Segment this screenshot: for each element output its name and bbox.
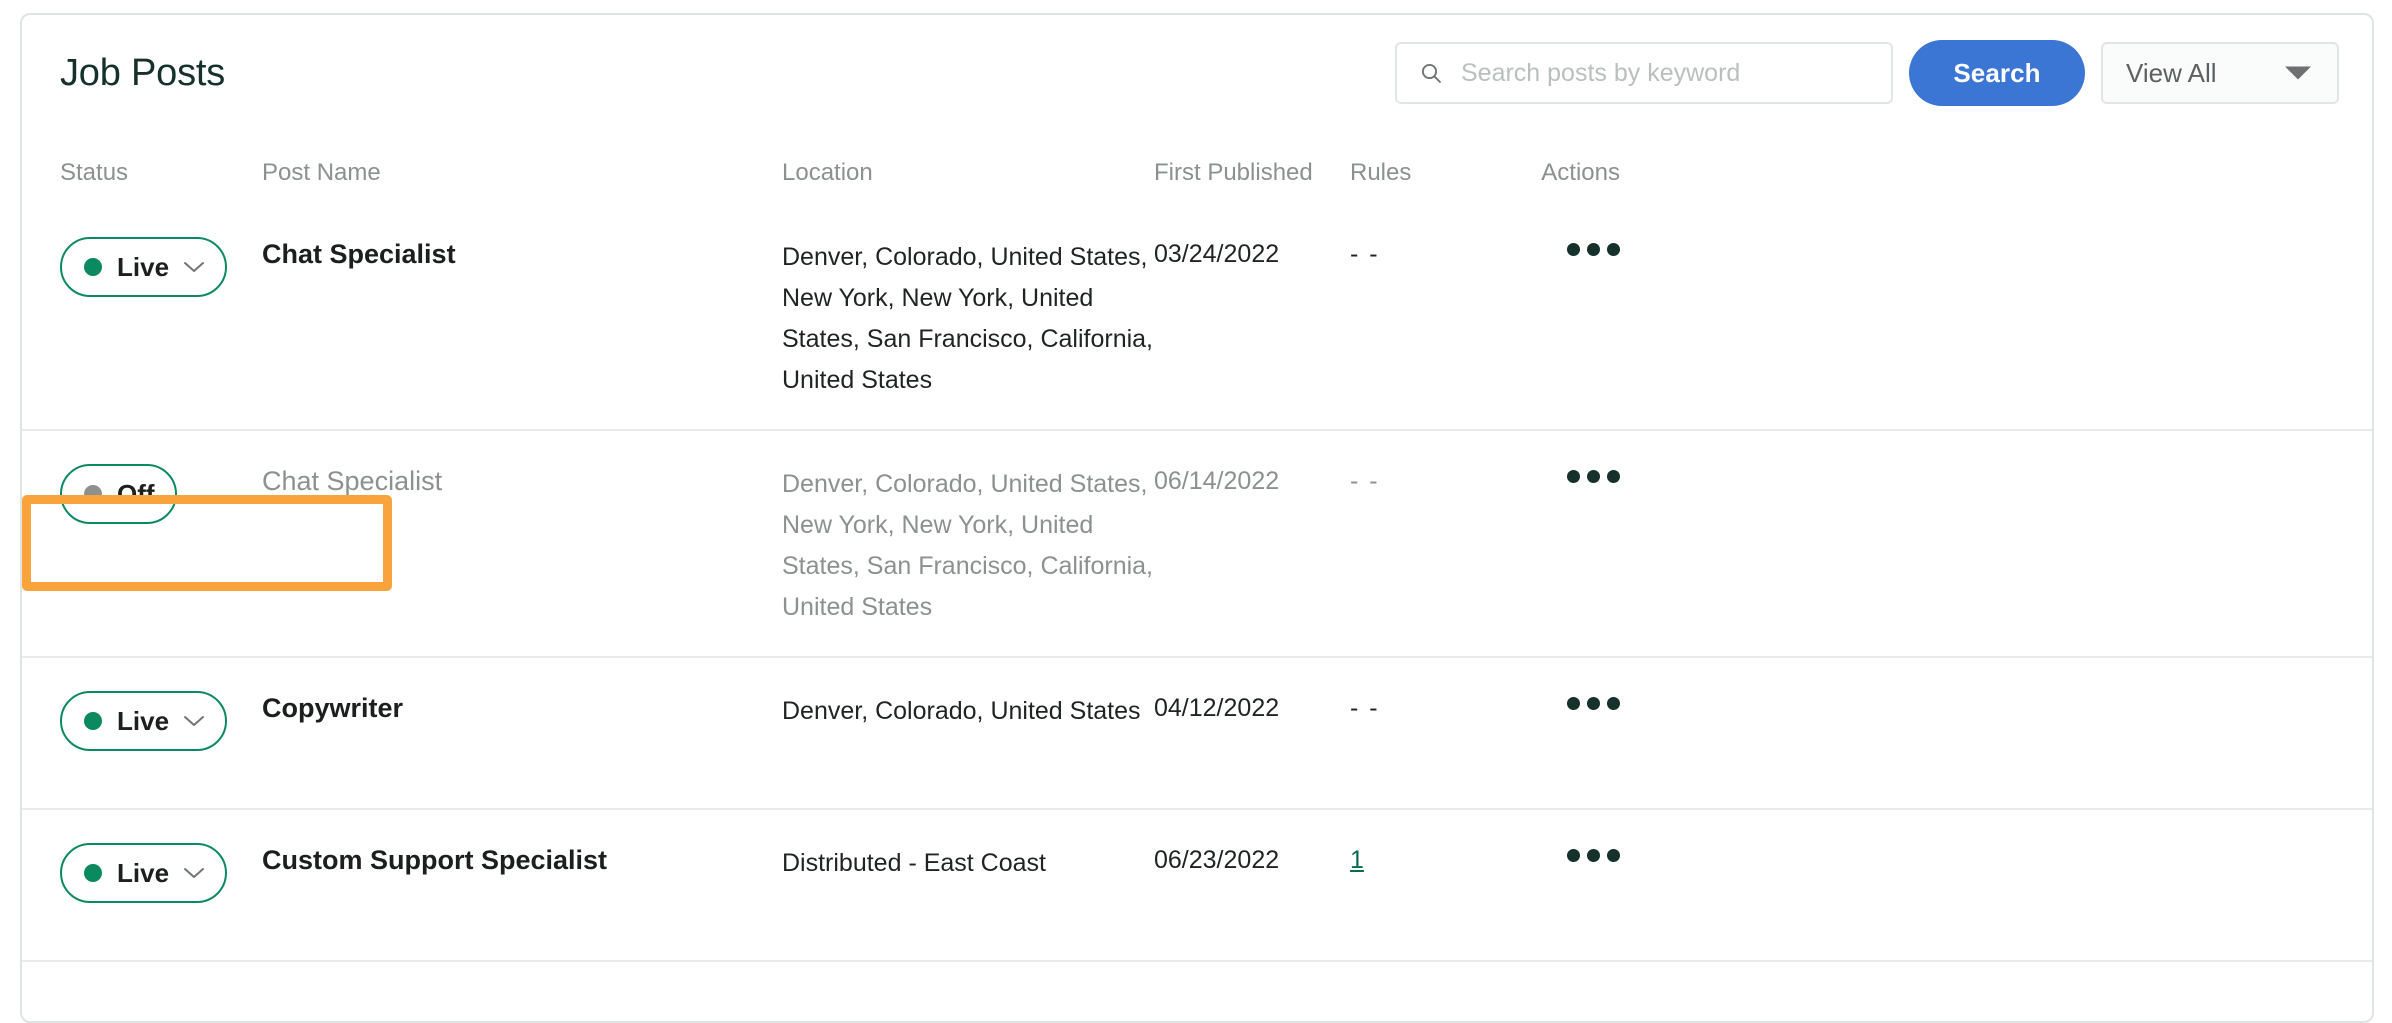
status-dot-icon bbox=[84, 485, 102, 503]
post-name-cell[interactable]: Custom Support Specialist bbox=[262, 843, 782, 877]
rules-cell: - - bbox=[1350, 240, 1380, 268]
status-cell: Live bbox=[22, 691, 262, 751]
first-published-cell: 06/23/2022 bbox=[1154, 846, 1280, 874]
status-label: Live bbox=[117, 857, 170, 888]
kebab-menu-icon[interactable] bbox=[1567, 464, 1620, 483]
status-cell: Off bbox=[22, 464, 262, 524]
location-cell: Distributed - East Coast bbox=[782, 849, 1046, 877]
job-posts-table: Status Post Name Location First Publishe… bbox=[22, 137, 2372, 962]
location-cell: Denver, Colorado, United States, New Yor… bbox=[782, 470, 1153, 621]
rules-cell: 1 bbox=[1350, 843, 1500, 877]
actions-cell bbox=[1500, 691, 1620, 715]
first-published-cell: 06/14/2022 bbox=[1154, 467, 1280, 495]
status-label: Off bbox=[117, 478, 155, 509]
rules-count-link[interactable]: 1 bbox=[1350, 846, 1364, 874]
table-row: Live Chat Specialist Denver, Colorado, U… bbox=[22, 199, 2372, 429]
post-name-cell[interactable]: Chat Specialist bbox=[262, 237, 782, 271]
actions-cell bbox=[1500, 843, 1620, 867]
location-cell: Denver, Colorado, United States, New Yor… bbox=[782, 243, 1153, 394]
column-header-rules: Rules bbox=[1350, 159, 1412, 186]
column-header-actions: Actions bbox=[1541, 159, 1620, 186]
status-label: Live bbox=[117, 705, 170, 736]
column-header-post-name: Post Name bbox=[262, 159, 381, 186]
table-header-row: Status Post Name Location First Publishe… bbox=[22, 137, 2372, 199]
page-title: Job Posts bbox=[60, 52, 226, 94]
search-input[interactable] bbox=[1459, 52, 1863, 94]
location-cell: Denver, Colorado, United States bbox=[782, 697, 1141, 725]
status-pill-live[interactable]: Live bbox=[60, 691, 228, 751]
status-dot-icon bbox=[84, 864, 102, 882]
rules-cell: - - bbox=[1350, 467, 1380, 495]
status-dot-icon bbox=[84, 712, 102, 730]
actions-cell bbox=[1500, 237, 1620, 261]
header-controls: Search View All bbox=[1395, 40, 2339, 106]
view-filter-select[interactable]: View All bbox=[2101, 42, 2339, 104]
table-bottom-divider bbox=[22, 960, 2372, 962]
first-published-cell: 03/24/2022 bbox=[1154, 240, 1280, 268]
status-pill-live[interactable]: Live bbox=[60, 237, 228, 297]
kebab-menu-icon[interactable] bbox=[1567, 691, 1620, 710]
rules-cell: - - bbox=[1350, 694, 1380, 722]
status-label: Live bbox=[117, 251, 170, 282]
status-pill-off[interactable]: Off bbox=[60, 464, 177, 524]
job-posts-card: Job Posts Search View All bbox=[20, 13, 2374, 1023]
card-header: Job Posts Search View All bbox=[22, 15, 2372, 137]
status-cell: Live bbox=[22, 843, 262, 903]
first-published-cell: 04/12/2022 bbox=[1154, 694, 1280, 722]
post-name-cell[interactable]: Copywriter bbox=[262, 691, 782, 725]
chevron-down-icon bbox=[2285, 66, 2311, 80]
kebab-menu-icon[interactable] bbox=[1567, 843, 1620, 862]
chevron-down-icon bbox=[184, 262, 205, 272]
table-row: Live Copywriter Denver, Colorado, United… bbox=[22, 656, 2372, 808]
column-header-location: Location bbox=[782, 159, 873, 186]
chevron-down-icon bbox=[184, 868, 205, 878]
column-header-first-published: First Published bbox=[1154, 159, 1313, 186]
status-cell: Live bbox=[22, 237, 262, 297]
column-header-status: Status bbox=[60, 159, 129, 186]
job-posts-page: Job Posts Search View All bbox=[0, 0, 2392, 1023]
search-icon bbox=[1421, 63, 1441, 83]
status-dot-icon bbox=[84, 258, 102, 276]
kebab-menu-icon[interactable] bbox=[1567, 237, 1620, 256]
table-row: Live Custom Support Specialist Distribut… bbox=[22, 808, 2372, 960]
chevron-down-icon bbox=[184, 716, 205, 726]
post-name-cell[interactable]: Chat Specialist bbox=[262, 464, 782, 498]
view-filter-label: View All bbox=[2126, 57, 2217, 88]
status-pill-live[interactable]: Live bbox=[60, 843, 228, 903]
search-field-wrapper[interactable] bbox=[1395, 42, 1893, 104]
table-row: Off Chat Specialist Denver, Colorado, Un… bbox=[22, 429, 2372, 656]
actions-cell bbox=[1500, 464, 1620, 488]
search-button[interactable]: Search bbox=[1909, 40, 2085, 106]
